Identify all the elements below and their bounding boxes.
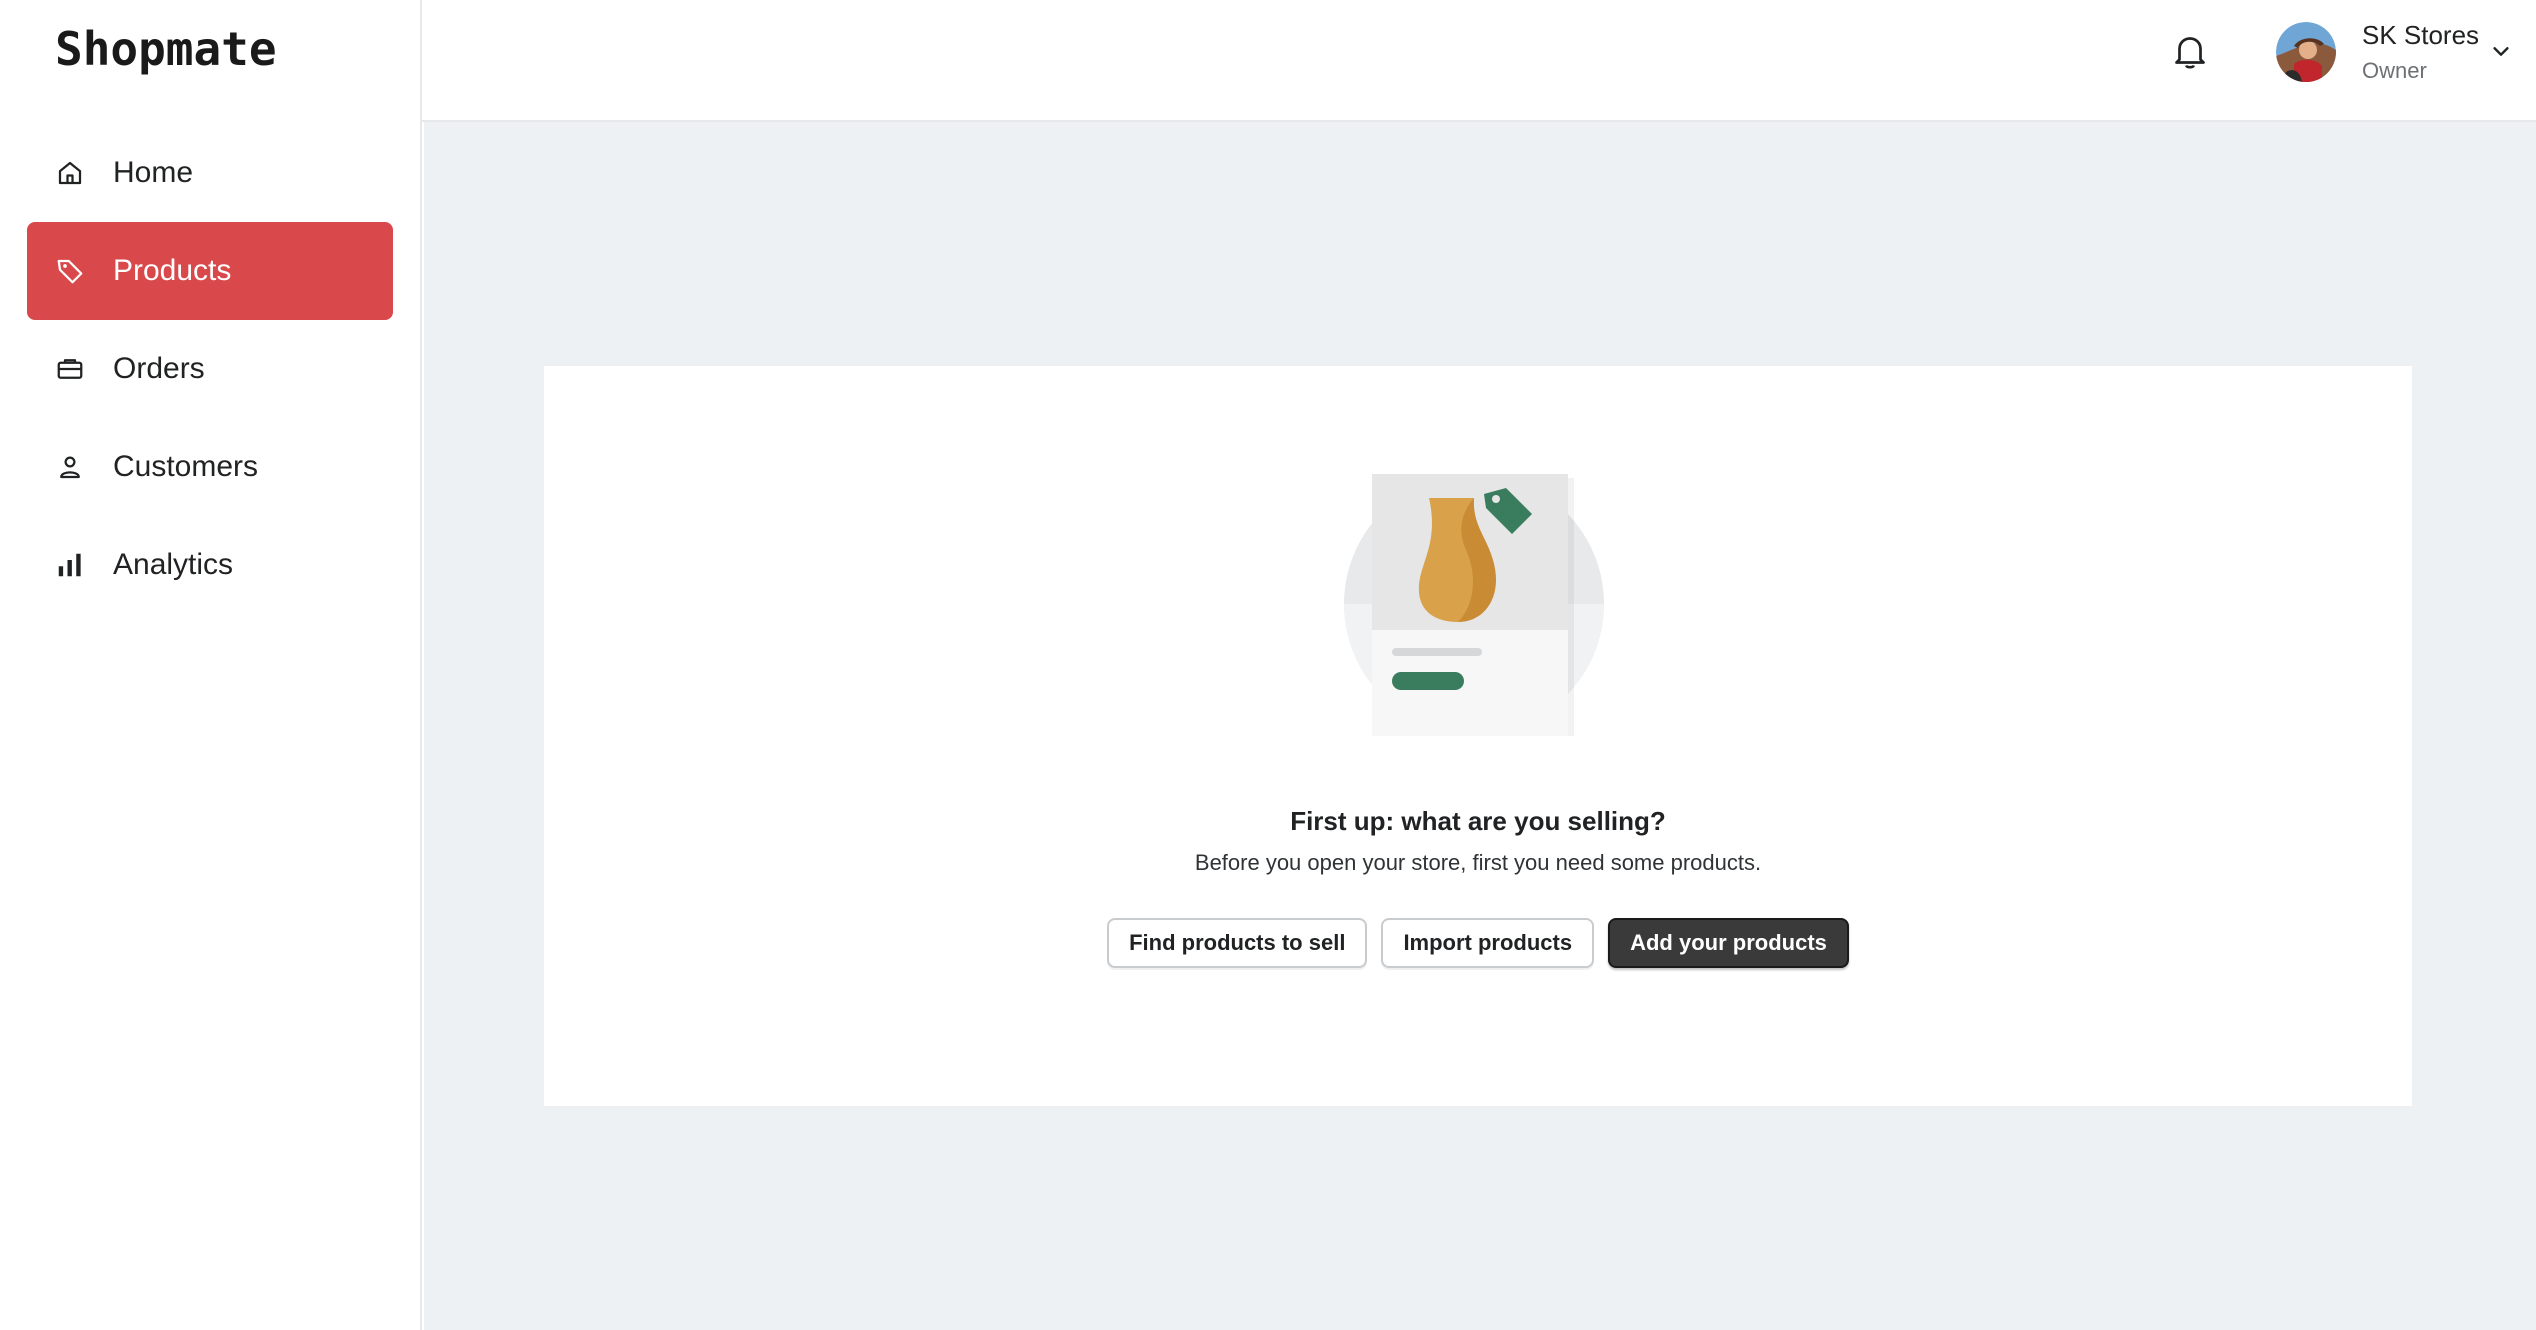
sidebar-item-label: Home <box>113 156 194 189</box>
sidebar-item-label: Products <box>113 254 232 287</box>
home-icon <box>55 158 85 188</box>
empty-state-title: First up: what are you selling? <box>1290 806 1666 836</box>
top-bar: SK Stores Owner <box>422 0 2536 122</box>
app-logo[interactable]: Shopmate <box>55 22 277 76</box>
products-illustration <box>1334 466 1614 746</box>
tag-icon <box>55 256 85 286</box>
sidebar-item-home[interactable]: Home <box>27 124 393 222</box>
chevron-down-icon[interactable] <box>2490 40 2512 62</box>
main-content: First up: what are you selling? Before y… <box>424 122 2536 1330</box>
bar-chart-icon <box>55 550 85 580</box>
sidebar-item-label: Orders <box>113 352 205 385</box>
user-name[interactable]: SK Stores <box>2362 20 2479 51</box>
avatar[interactable] <box>2276 22 2336 82</box>
sidebar-item-customers[interactable]: Customers <box>27 418 393 516</box>
find-products-button[interactable]: Find products to sell <box>1107 918 1368 968</box>
sidebar-item-orders[interactable]: Orders <box>27 320 393 418</box>
empty-state-subtitle: Before you open your store, first you ne… <box>1194 850 1762 875</box>
sidebar-item-label: Analytics <box>113 548 234 581</box>
person-icon <box>55 452 85 482</box>
sidebar-item-label: Customers <box>113 450 259 483</box>
sidebar: Shopmate Home Products Orders Customers … <box>0 0 422 1330</box>
user-role: Owner <box>2362 58 2427 83</box>
bell-icon[interactable] <box>2172 32 2208 72</box>
sidebar-item-products[interactable]: Products <box>27 222 393 320</box>
sidebar-nav: Home Products Orders Customers Analytics <box>27 124 393 614</box>
add-products-button[interactable]: Add your products <box>1608 918 1849 968</box>
empty-state-card: First up: what are you selling? Before y… <box>544 366 2412 1106</box>
briefcase-icon <box>55 354 85 384</box>
sidebar-item-analytics[interactable]: Analytics <box>27 516 393 614</box>
import-products-button[interactable]: Import products <box>1381 918 1595 968</box>
empty-state-actions: Find products to sell Import products Ad… <box>544 918 2412 968</box>
